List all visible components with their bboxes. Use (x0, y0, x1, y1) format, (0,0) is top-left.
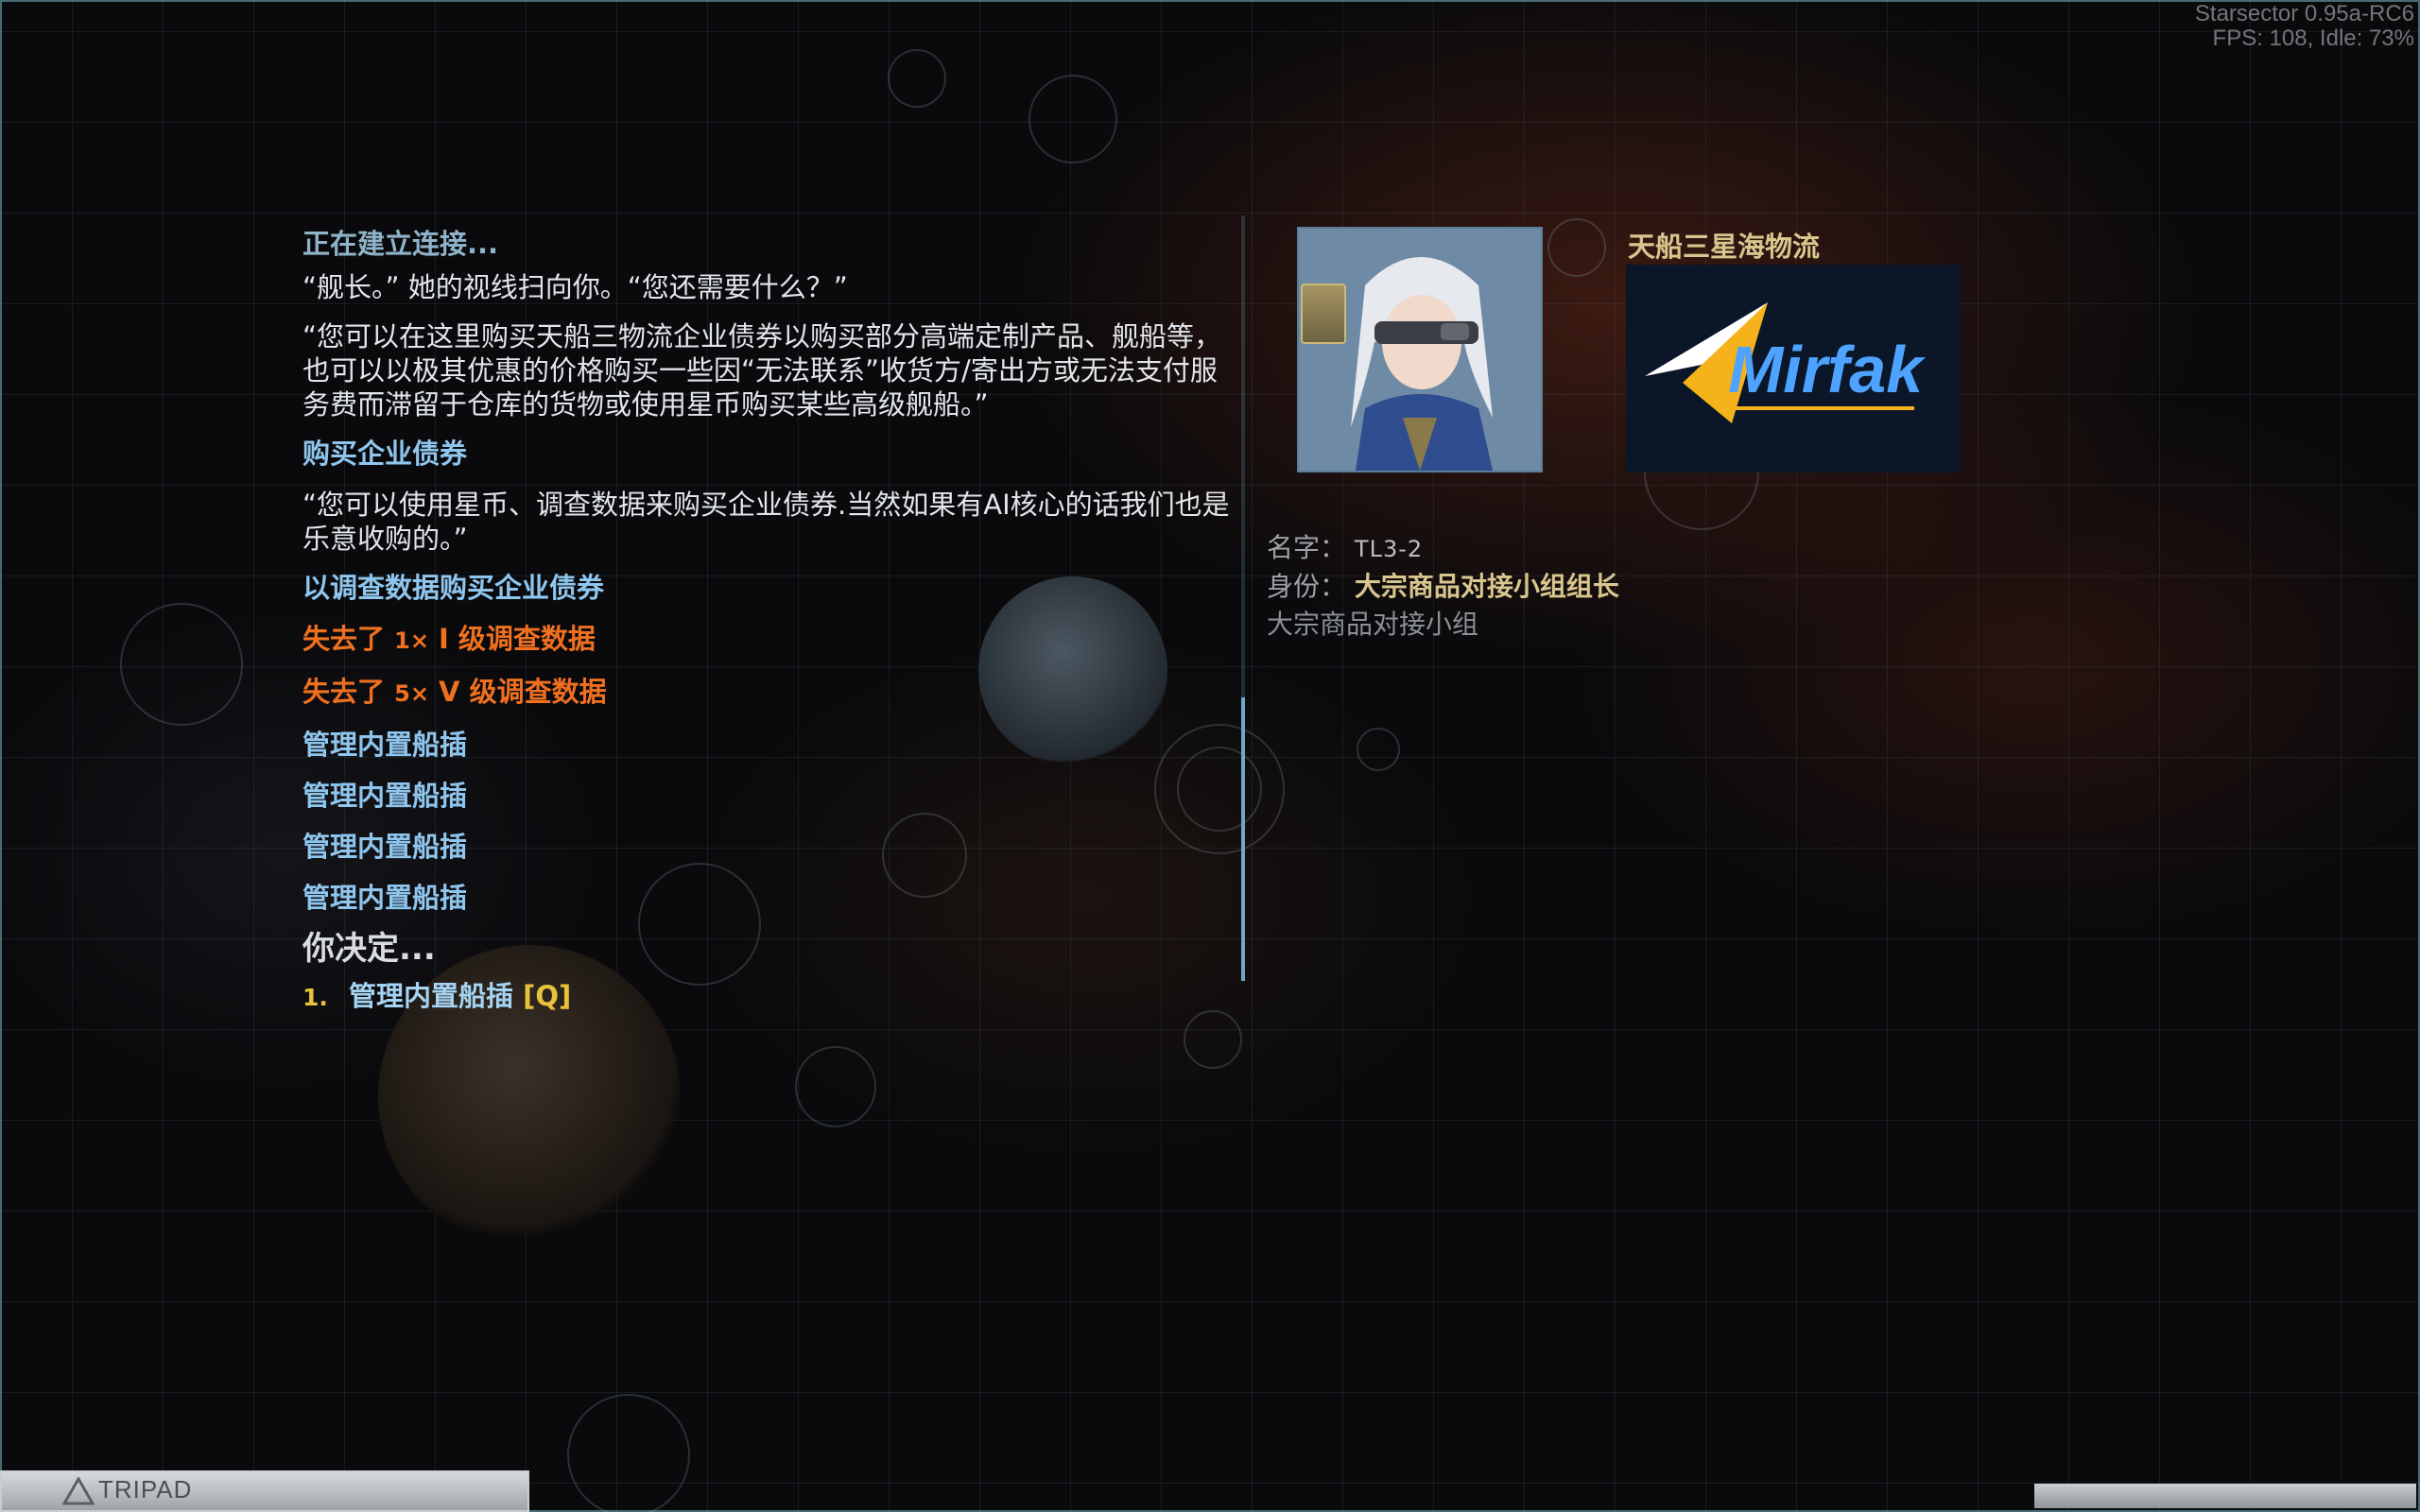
choice-label: 管理内置船插 (349, 980, 514, 1012)
lost-item-name: I 级调查数据 (439, 623, 596, 655)
dialog-scrollbar[interactable] (1241, 215, 1245, 981)
lost-prefix: 失去了 (302, 623, 386, 655)
choice-hotkey: [Q] (523, 980, 572, 1012)
dialog-offer: “您可以在这里购买天船三物流企业债券以购买部分高端定制产品、舰船等，也可以以极其… (302, 320, 1222, 421)
person-rank: 大宗商品对接小组组长 (1354, 571, 1619, 602)
log-option-manage-hullmods: 管理内置船插 (302, 729, 468, 761)
rank-row: 身份： 大宗商品对接小组组长 (1267, 568, 1619, 606)
log-option-manage-hullmods: 管理内置船插 (302, 882, 468, 914)
lost-quantity: 5× (394, 680, 429, 707)
tripad-label: TRIPAD (98, 1475, 193, 1503)
log-option-manage-hullmods: 管理内置船插 (302, 780, 468, 812)
lost-item-name: V 级调查数据 (439, 676, 607, 708)
lost-item-notice: 失去了 5× V 级调查数据 (302, 675, 1238, 711)
dialog-text-panel: 正在建立连接... “舰长。” 她的视线扫向你。“您还需要什么？” “您可以在这… (302, 227, 1238, 1015)
choice-number: 1. (302, 984, 328, 1011)
lost-prefix: 失去了 (302, 676, 386, 708)
name-label: 名字： (1267, 532, 1347, 563)
lost-item-notice: 失去了 1× I 级调查数据 (302, 622, 1238, 658)
performance-overlay: Starsector 0.95a-RC6 FPS: 108, Idle: 73% (2195, 2, 2414, 51)
person-info: 名字： TL3-2 身份： 大宗商品对接小组组长 大宗商品对接小组 (1267, 529, 1619, 644)
log-option-buy-with-data: 以调查数据购买企业债券 (302, 572, 605, 604)
portrait-art (1299, 229, 1541, 471)
dialog-bonds-explanation: “您可以使用星币、调查数据来购买企业债券.当然如果有AI核心的话我们也是乐意收购… (302, 489, 1230, 555)
name-row: 名字： TL3-2 (1267, 529, 1619, 568)
lost-quantity: 1× (394, 627, 429, 654)
faction-logo: Mirfak (1626, 265, 1961, 472)
rank-label: 身份： (1267, 571, 1347, 602)
connection-status: 正在建立连接... (302, 228, 499, 260)
decide-prompt: 你决定... (302, 930, 436, 968)
log-option-manage-hullmods: 管理内置船插 (302, 831, 468, 863)
person-name: TL3-2 (1354, 536, 1424, 562)
dialog-greeting: “舰长。” 她的视线扫向你。“您还需要什么？” (302, 271, 848, 303)
tripad-logo-icon (62, 1477, 95, 1505)
choice-manage-hullmods[interactable]: 1. 管理内置船插 [Q] (302, 979, 1238, 1015)
mirfak-logo-icon: Mirfak (1645, 302, 1926, 423)
version-text: Starsector 0.95a-RC6 (2194, 1, 2414, 26)
log-option-buy-bonds: 购买企业债券 (302, 438, 468, 470)
bottom-right-bar[interactable] (2034, 1484, 2416, 1508)
person-group: 大宗商品对接小组 (1267, 609, 1479, 640)
fps-text: FPS: 108, Idle: 73% (2212, 26, 2414, 51)
character-portrait (1297, 227, 1543, 472)
faction-name: 天船三星海物流 (1628, 231, 1821, 263)
logo-text: Mirfak (1728, 333, 1926, 406)
contact-badge-icon (1301, 284, 1346, 344)
